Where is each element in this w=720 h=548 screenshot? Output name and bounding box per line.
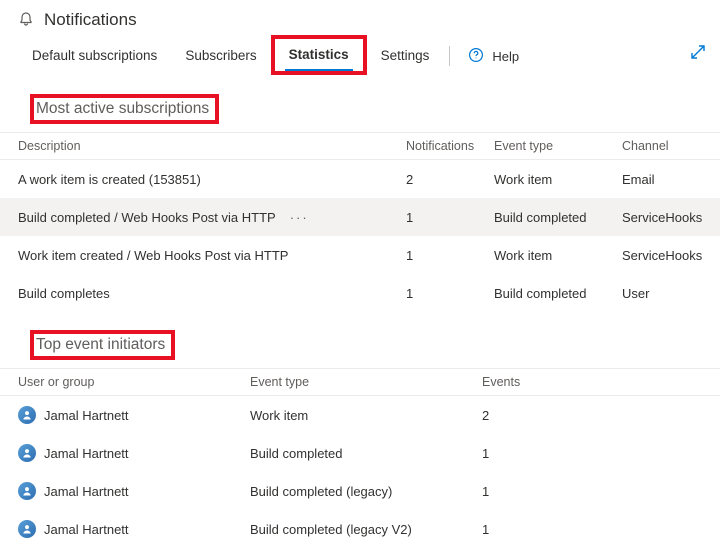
table-row[interactable]: Build completed / Web Hooks Post via HTT… (0, 198, 720, 236)
tab-settings[interactable]: Settings (367, 36, 444, 76)
cell-notifications: 1 (406, 210, 494, 225)
cell-description: Build completes (18, 286, 406, 301)
cell-channel: ServiceHooks (622, 210, 702, 225)
initiators-table: User or group Event type Events Jamal Ha… (0, 368, 720, 548)
col-description[interactable]: Description (18, 139, 406, 153)
cell-events: 1 (482, 484, 702, 499)
table-row[interactable]: Build completes 1 Build completed User (0, 274, 720, 312)
help-label: Help (492, 49, 519, 64)
table-header: User or group Event type Events (0, 369, 720, 396)
avatar (18, 520, 36, 538)
col-events[interactable]: Events (482, 375, 702, 389)
cell-user: Jamal Hartnett (18, 444, 250, 462)
separator (449, 46, 450, 66)
avatar (18, 482, 36, 500)
expand-icon[interactable] (690, 44, 706, 63)
section-top-initiators: Top event initiators (30, 330, 175, 360)
table-header: Description Notifications Event type Cha… (0, 133, 720, 160)
table-row[interactable]: Jamal Hartnett Build completed (legacy V… (0, 510, 720, 548)
user-name: Jamal Hartnett (44, 446, 129, 461)
cell-description: A work item is created (153851) (18, 172, 406, 187)
cell-channel: User (622, 286, 702, 301)
table-row[interactable]: A work item is created (153851) 2 Work i… (0, 160, 720, 198)
tab-bar: Default subscriptions Subscribers Statis… (0, 36, 720, 76)
cell-event-type: Build completed (250, 446, 482, 461)
cell-user: Jamal Hartnett (18, 520, 250, 538)
col-event-type[interactable]: Event type (494, 139, 622, 153)
page-header: Notifications (0, 0, 720, 36)
notifications-icon (18, 11, 34, 30)
cell-event-type: Work item (494, 172, 622, 187)
page-title: Notifications (44, 10, 137, 30)
cell-events: 2 (482, 408, 702, 423)
user-name: Jamal Hartnett (44, 522, 129, 537)
cell-notifications: 1 (406, 248, 494, 263)
cell-events: 1 (482, 522, 702, 537)
cell-event-type: Build completed (legacy) (250, 484, 482, 499)
cell-description: Work item created / Web Hooks Post via H… (18, 248, 406, 263)
cell-events: 1 (482, 446, 702, 461)
table-row[interactable]: Jamal Hartnett Build completed 1 (0, 434, 720, 472)
tab-subscribers[interactable]: Subscribers (171, 36, 270, 76)
cell-event-type: Build completed (494, 210, 622, 225)
help-icon (468, 47, 484, 66)
tab-default-subscriptions[interactable]: Default subscriptions (18, 36, 171, 76)
cell-user: Jamal Hartnett (18, 482, 250, 500)
col-notifications[interactable]: Notifications (406, 139, 494, 153)
table-row[interactable]: Jamal Hartnett Work item 2 (0, 396, 720, 434)
col-event-type[interactable]: Event type (250, 375, 482, 389)
cell-event-type: Build completed (494, 286, 622, 301)
tab-statistics[interactable]: Statistics (271, 35, 367, 75)
cell-user: Jamal Hartnett (18, 406, 250, 424)
table-row[interactable]: Work item created / Web Hooks Post via H… (0, 236, 720, 274)
col-channel[interactable]: Channel (622, 139, 702, 153)
avatar (18, 444, 36, 462)
cell-event-type: Build completed (legacy V2) (250, 522, 482, 537)
cell-event-type: Work item (250, 408, 482, 423)
user-name: Jamal Hartnett (44, 408, 129, 423)
more-icon[interactable]: ··· (276, 210, 323, 225)
cell-event-type: Work item (494, 248, 622, 263)
subscriptions-table: Description Notifications Event type Cha… (0, 132, 720, 312)
cell-notifications: 2 (406, 172, 494, 187)
cell-channel: ServiceHooks (622, 248, 702, 263)
cell-description: Build completed / Web Hooks Post via HTT… (18, 210, 406, 225)
col-user[interactable]: User or group (18, 375, 250, 389)
avatar (18, 406, 36, 424)
user-name: Jamal Hartnett (44, 484, 129, 499)
help-link[interactable]: Help (456, 47, 531, 66)
cell-channel: Email (622, 172, 702, 187)
cell-notifications: 1 (406, 286, 494, 301)
table-row[interactable]: Jamal Hartnett Build completed (legacy) … (0, 472, 720, 510)
section-most-active: Most active subscriptions (30, 94, 219, 124)
